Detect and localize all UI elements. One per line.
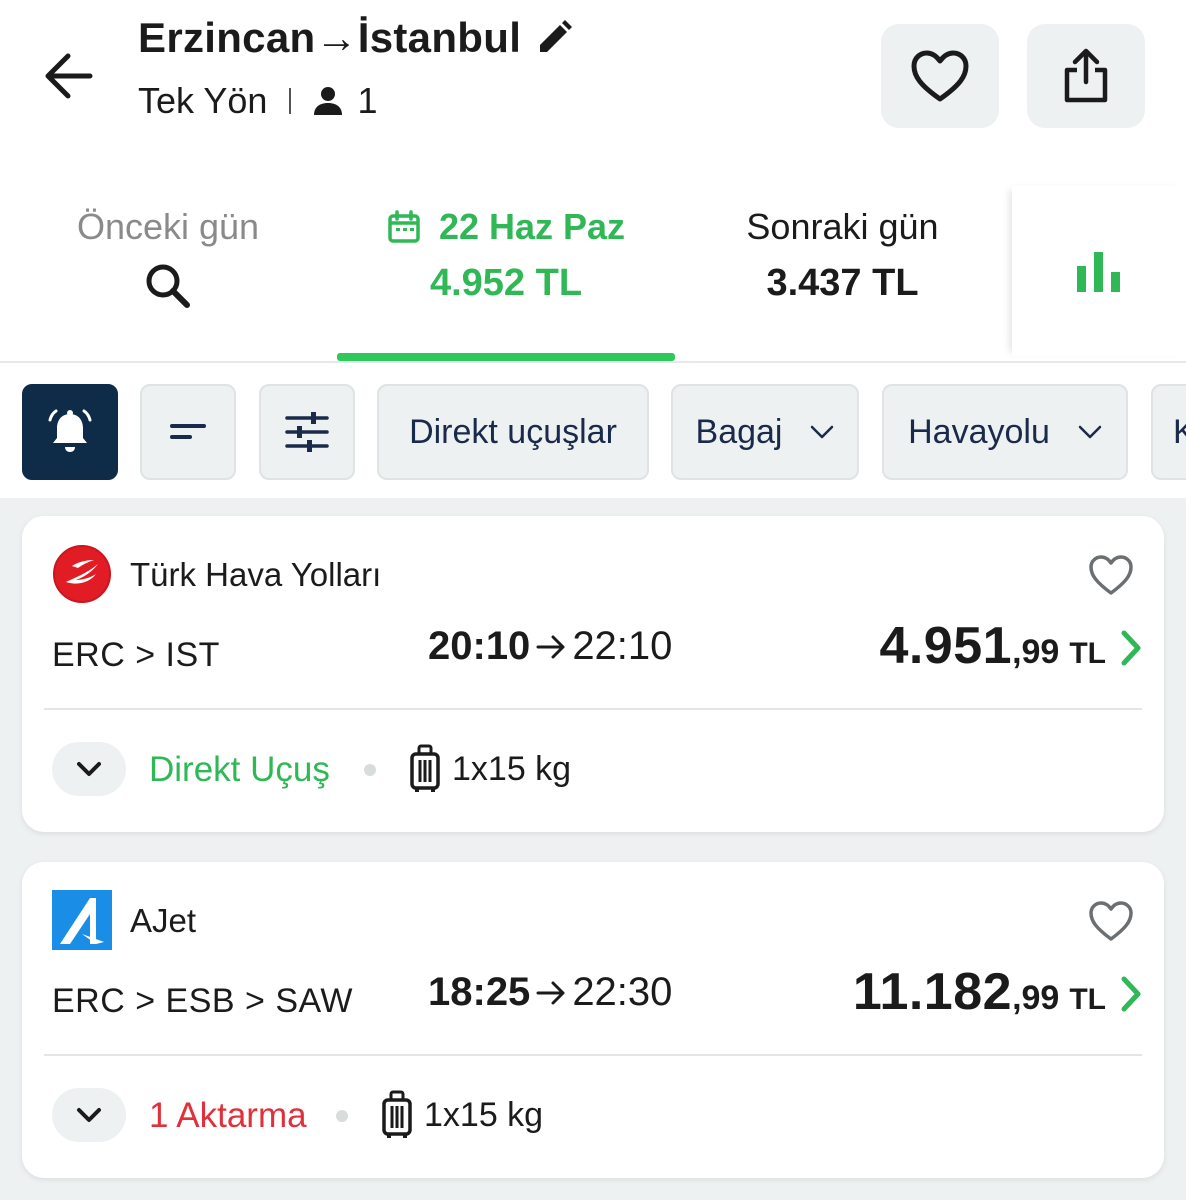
stops-label: 1 Aktarma [149,1096,307,1135]
turkish-airlines-logo [53,545,111,603]
flight-price: 4.951 ,99 TL [879,616,1106,676]
flight-price: 11.182 ,99 TL [853,962,1106,1022]
chevron-down-icon [77,762,101,776]
ajet-logo [52,890,112,950]
share-button[interactable] [1027,24,1145,128]
previous-day-label: Önceki gün [76,206,260,247]
airline-name: AJet [130,902,197,939]
expand-details-button[interactable] [52,742,126,796]
price-decimal: ,99 [1012,633,1060,671]
arrow-right-icon [536,981,565,1004]
next-day-label: Sonraki gün [746,206,939,247]
arrival-time: 22:10 [572,624,673,668]
active-tab-indicator [337,353,675,361]
date-selector: Önceki gün 22 Haz Paz 4.952 TL Sonraki g… [0,186,1186,364]
filter-bar: Direkt uçuşlar Bagaj Havayolu K [0,363,1186,498]
select-flight-button[interactable] [1116,628,1146,668]
airline-name: Türk Hava Yolları [130,556,382,593]
filter-settings-button[interactable] [259,384,355,480]
airline-filter-label: Havayolu [908,412,1050,451]
card-divider [44,708,1142,710]
separator [289,88,292,114]
arrow-right-icon [536,635,565,658]
flight-times: 18:25 22:30 [428,970,672,1015]
trip-type-label: Tek Yön [138,80,268,121]
passenger-count: 1 [357,80,378,121]
airline-filter[interactable]: Havayolu [882,384,1128,480]
flight-route: ERC > IST [52,636,220,674]
luggage-icon [410,744,440,792]
chevron-down-icon [77,1108,101,1122]
bar-chart-icon [1077,252,1120,292]
next-day-price: 3.437 TL [766,262,919,304]
stops-label: Direkt Uçuş [149,750,330,789]
flight-card[interactable]: Türk Hava Yolları ERC > IST 20:10 22:10 … [22,516,1164,832]
route-title: Erzincan→İstanbul [138,14,522,61]
back-arrow-icon [45,53,93,99]
back-button[interactable] [38,48,98,104]
flight-route: ERC > ESB > SAW [52,982,353,1020]
share-icon [1064,48,1108,103]
baggage-filter[interactable]: Bagaj [671,384,859,480]
separator-dot [364,764,376,776]
flight-results-list: Türk Hava Yolları ERC > IST 20:10 22:10 … [0,498,1186,1200]
baggage-allowance: 1x15 kg [452,749,572,788]
flight-times: 20:10 22:10 [428,624,672,669]
heart-icon [911,50,969,102]
current-day-tab[interactable]: 22 Haz Paz 4.952 TL [337,186,675,364]
current-day-label: 22 Haz Paz [438,206,626,247]
favorite-route-button[interactable] [881,24,999,128]
favorite-flight-button[interactable] [1086,896,1136,946]
departure-time: 20:10 [428,624,531,668]
arrival-time: 22:30 [572,970,673,1014]
next-day-tab[interactable]: Sonraki gün 3.437 TL [700,186,985,364]
sliders-icon [285,412,329,452]
chevron-down-icon [1078,425,1102,439]
bell-icon [48,409,92,452]
route-summary: Erzincan→İstanbul Tek Yön 1 [138,14,573,122]
direct-flights-filter[interactable]: Direkt uçuşlar [377,384,649,480]
previous-day-tab[interactable]: Önceki gün [40,186,296,364]
price-currency: TL [1069,637,1106,670]
favorite-flight-button[interactable] [1086,550,1136,600]
price-chart-button[interactable] [1012,186,1186,356]
separator-dot [336,1110,348,1122]
sort-icon [170,424,206,439]
baggage-filter-label: Bagaj [695,412,783,451]
pencil-icon [540,20,573,52]
price-currency: TL [1069,983,1106,1016]
heart-icon [1089,901,1133,941]
expand-details-button[interactable] [52,1088,126,1142]
chevron-down-icon [811,425,834,439]
price-alarm-button[interactable] [22,384,118,480]
sort-button[interactable] [140,384,236,480]
price-main: 11.182 [852,963,1013,1021]
heart-icon [1089,555,1133,595]
luggage-icon [382,1090,412,1138]
departure-time: 18:25 [428,970,531,1014]
chevron-right-icon [1121,630,1141,666]
price-decimal: ,99 [1012,979,1060,1017]
baggage-info: 1x15 kg [382,1090,543,1140]
baggage-allowance: 1x15 kg [424,1095,544,1134]
current-day-price: 4.952 TL [429,262,583,304]
card-divider [44,1054,1142,1056]
flight-card[interactable]: AJet ERC > ESB > SAW 18:25 22:30 11.182 … [22,862,1164,1178]
edit-search-button[interactable] [535,19,573,57]
more-filter-label: K [1173,412,1186,451]
price-main: 4.951 [879,617,1013,675]
baggage-info: 1x15 kg [410,744,571,794]
more-filter[interactable]: K [1151,384,1186,480]
person-icon [314,87,343,115]
select-flight-button[interactable] [1116,974,1146,1014]
calendar-icon [388,210,420,243]
app-header: Erzincan→İstanbul Tek Yön 1 [0,0,1186,160]
direct-flights-label: Direkt uçuşlar [409,412,617,451]
search-icon [146,264,190,308]
chevron-right-icon [1121,976,1141,1012]
